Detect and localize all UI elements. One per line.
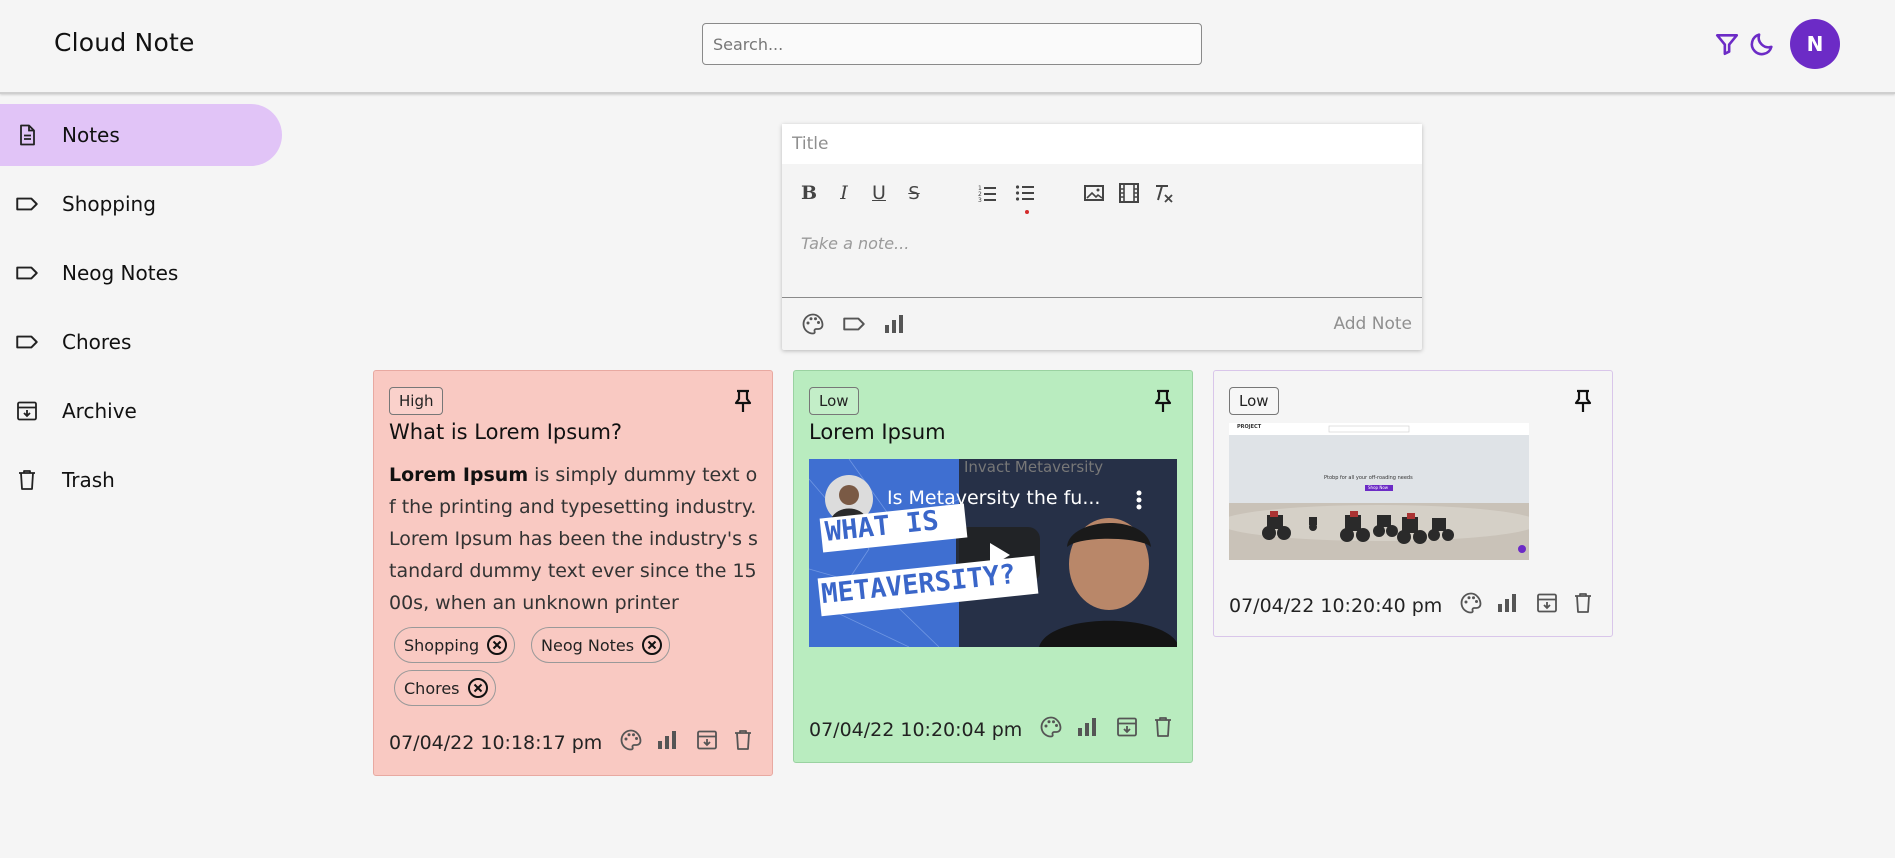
trash-icon[interactable] xyxy=(729,726,757,754)
image-brand: PROJECT xyxy=(1237,424,1262,430)
priority-icon[interactable] xyxy=(1493,589,1521,617)
sidebar-item-label: Shopping xyxy=(62,192,156,216)
video-icon[interactable] xyxy=(1116,180,1142,206)
avatar[interactable]: N xyxy=(1790,19,1840,69)
note-card[interactable]: Low Lorem Ipsum WHAT IS METAVERSITY? Inv… xyxy=(793,370,1193,763)
active-indicator xyxy=(1025,210,1029,214)
video-embed[interactable]: WHAT IS METAVERSITY? Invact Metaversity … xyxy=(809,459,1177,647)
sidebar-item-label: Neog Notes xyxy=(62,261,179,285)
sidebar-item-label: Notes xyxy=(62,123,120,147)
sidebar-item-archive[interactable]: Archive xyxy=(0,380,282,442)
note-body-bold: Lorem Ipsum xyxy=(389,464,529,486)
label-chip-text: Chores xyxy=(404,678,460,698)
pin-icon[interactable] xyxy=(1569,387,1597,415)
trash-icon xyxy=(14,467,40,493)
priority-icon[interactable] xyxy=(880,310,908,338)
add-note-button[interactable]: Add Note xyxy=(1333,314,1412,334)
divider xyxy=(782,297,1422,298)
palette-icon[interactable] xyxy=(1037,713,1065,741)
note-image: PROJECT Ptobp for all your off-roading n… xyxy=(1229,423,1529,560)
title-input[interactable] xyxy=(782,124,1422,164)
trash-icon[interactable] xyxy=(1569,589,1597,617)
sidebar-item-label: Chores xyxy=(62,330,132,354)
italic-icon[interactable]: I xyxy=(831,180,857,206)
label-chip-text: Neog Notes xyxy=(541,635,635,655)
note-date: 07/04/22 10:18:17 pm xyxy=(389,732,603,754)
note-card[interactable]: High What is Lorem Ipsum? Lorem Ipsum is… xyxy=(373,370,773,776)
priority-badge: Low xyxy=(809,387,859,415)
label-chip: Neog Notes xyxy=(531,627,671,663)
video-title: Is Metaversity the fu... xyxy=(887,487,1101,509)
bold-icon[interactable]: B xyxy=(796,180,822,206)
sidebar-item-shopping[interactable]: Shopping xyxy=(0,173,282,235)
note-body-text: is simply dummy text of the printing and… xyxy=(389,464,758,614)
image-headline: Ptobp for all your off-roading needs xyxy=(1324,475,1413,481)
svg-text:3: 3 xyxy=(978,197,982,203)
trash-icon[interactable] xyxy=(1149,713,1177,741)
note-body: Lorem Ipsum is simply dummy text of the … xyxy=(389,459,761,619)
label-icon xyxy=(14,260,40,286)
filter-icon[interactable] xyxy=(1710,27,1744,61)
pin-icon[interactable] xyxy=(729,387,757,415)
note-title: What is Lorem Ipsum? xyxy=(389,420,623,444)
strike-icon[interactable]: S xyxy=(901,180,927,206)
sidebar-item-trash[interactable]: Trash xyxy=(0,449,282,511)
app-title: Cloud Note xyxy=(54,28,195,57)
label-chip: Shopping xyxy=(394,627,516,663)
bullet-list-icon[interactable] xyxy=(1012,180,1038,206)
priority-icon[interactable] xyxy=(1073,713,1101,741)
image-button: Shop Now xyxy=(1368,485,1389,490)
palette-icon[interactable] xyxy=(799,310,827,338)
label-chip-text: Shopping xyxy=(404,635,480,655)
sidebar-item-notes[interactable]: Notes xyxy=(0,104,282,166)
search-input[interactable] xyxy=(702,23,1202,65)
dark-mode-icon[interactable] xyxy=(1745,27,1779,61)
sidebar-item-label: Trash xyxy=(62,468,115,492)
note-body-input[interactable]: Take a note... xyxy=(801,234,909,253)
remove-label-icon[interactable] xyxy=(641,634,663,656)
note-date: 07/04/22 10:20:40 pm xyxy=(1229,595,1443,617)
remove-label-icon[interactable] xyxy=(486,634,508,656)
priority-icon[interactable] xyxy=(653,726,681,754)
archive-icon[interactable] xyxy=(693,726,721,754)
priority-badge: High xyxy=(389,387,444,415)
note-date: 07/04/22 10:20:04 pm xyxy=(809,719,1023,741)
label-icon xyxy=(14,329,40,355)
sidebar-item-label: Archive xyxy=(62,399,137,423)
note-title: Lorem Ipsum xyxy=(809,420,946,444)
sidebar-item-neog-notes[interactable]: Neog Notes xyxy=(0,242,282,304)
app-header: Cloud Note N xyxy=(0,0,1895,94)
channel-text: Invact Metaversity xyxy=(964,459,1104,476)
sidebar: Notes Shopping Neog Notes Chores Archive… xyxy=(0,104,290,518)
image-icon[interactable] xyxy=(1081,180,1107,206)
note-card[interactable]: Low PROJECT Ptobp for all your off-roadi… xyxy=(1213,370,1613,637)
priority-badge: Low xyxy=(1229,387,1279,415)
sidebar-item-chores[interactable]: Chores xyxy=(0,311,282,373)
palette-icon[interactable] xyxy=(617,726,645,754)
label-icon xyxy=(14,191,40,217)
note-editor: B I U S 123 Take a note... Add Note xyxy=(782,124,1422,350)
note-icon xyxy=(14,122,40,148)
pin-icon[interactable] xyxy=(1149,387,1177,415)
archive-icon[interactable] xyxy=(1113,713,1141,741)
remove-label-icon[interactable] xyxy=(467,677,489,699)
palette-icon[interactable] xyxy=(1457,589,1485,617)
archive-icon xyxy=(14,398,40,424)
archive-icon[interactable] xyxy=(1533,589,1561,617)
underline-icon[interactable]: U xyxy=(866,180,892,206)
clear-format-icon[interactable] xyxy=(1151,180,1177,206)
ordered-list-icon[interactable]: 123 xyxy=(974,180,1000,206)
label-icon[interactable] xyxy=(840,310,868,338)
label-chip: Chores xyxy=(394,670,496,706)
